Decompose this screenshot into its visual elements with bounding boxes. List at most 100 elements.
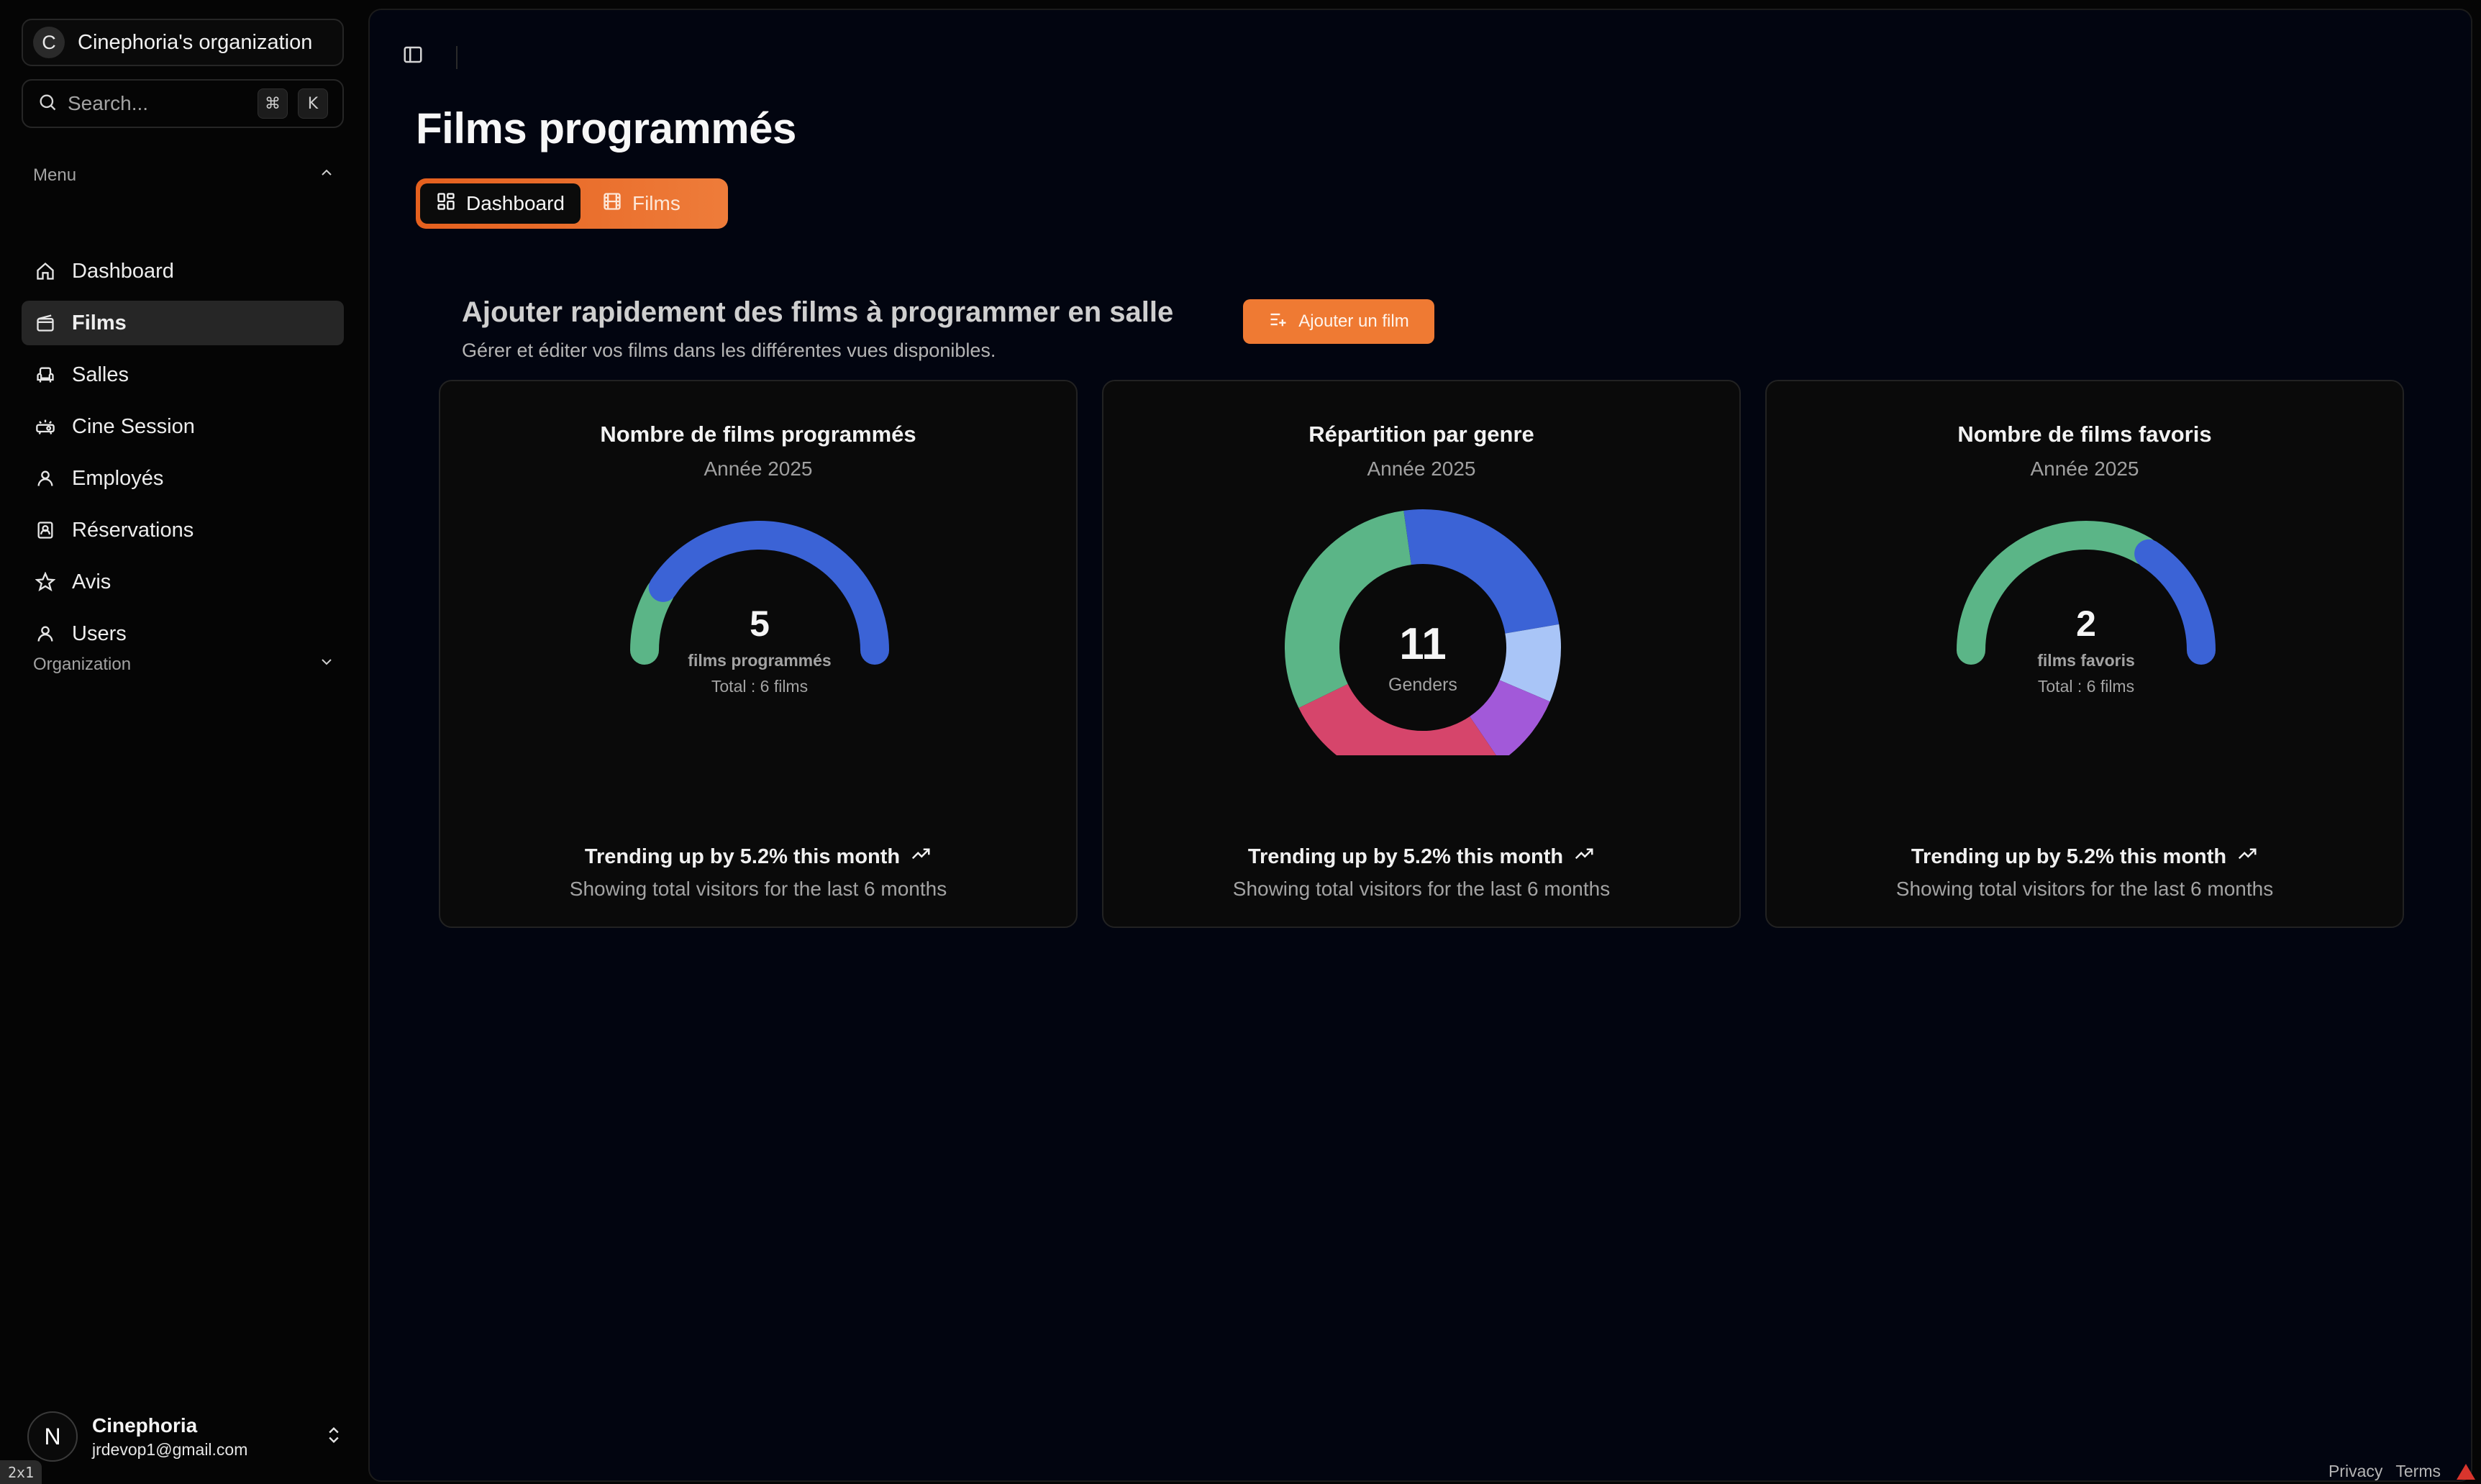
gauge-chart-favorites: 2 films favoris Total : 6 films (1957, 521, 2216, 696)
zoom-badge: 2x1 (0, 1460, 42, 1484)
sidebar-item-reservations[interactable]: Réservations (22, 508, 344, 552)
org-avatar: C (33, 27, 65, 58)
panel-left-icon (402, 44, 424, 69)
projector-icon (35, 416, 56, 437)
sidebar-item-label: Cine Session (72, 414, 195, 438)
sidebar-item-dashboard[interactable]: Dashboard (22, 249, 344, 293)
trending-up-icon (2236, 843, 2258, 870)
user-icon (35, 468, 56, 489)
chart-card-programmed: Nombre de films programmés Année 2025 5 f… (439, 380, 1078, 928)
center-total: Total : 6 films (2038, 677, 2134, 696)
sidebar-item-avis[interactable]: Avis (22, 560, 344, 604)
org-name: Cinephoria's organization (78, 30, 313, 54)
sidebar-item-label: Users (72, 622, 127, 645)
search-input[interactable]: Search... (68, 92, 247, 115)
main-panel: Films programmés Dashboard Films Ajouter… (368, 9, 2472, 1482)
gauge-slice-1 (2134, 539, 2216, 665)
donut-slice-1 (1499, 624, 1561, 702)
add-film-button[interactable]: Ajouter un film (1243, 299, 1434, 344)
armchair-icon (35, 364, 56, 386)
chart-cards: Nombre de films programmés Année 2025 5 f… (439, 380, 2404, 928)
chart-footer: Showing total visitors for the last 6 mo… (569, 878, 947, 900)
trending-up-icon (910, 843, 932, 870)
user-email: jrdevop1@gmail.com (92, 1439, 248, 1459)
chevron-up-icon (318, 164, 335, 186)
chevron-down-icon (318, 653, 335, 675)
center-value: 5 (750, 604, 770, 644)
sidebar-nav: Dashboard Films Salles Cine Session Empl… (22, 249, 344, 663)
center-label: films programmés (688, 651, 831, 670)
chart-subtitle: Année 2025 (1367, 458, 1476, 480)
chart-footer: Showing total visitors for the last 6 mo… (1895, 878, 2274, 900)
tab-films-label: Films (632, 192, 680, 214)
chart-title: Nombre de films programmés (600, 422, 916, 447)
trend-line: Trending up by 5.2% this month (1767, 843, 2403, 870)
tab-dashboard[interactable]: Dashboard (420, 183, 581, 224)
trend-line: Trending up by 5.2% this month (440, 843, 1076, 870)
user-icon (35, 623, 56, 645)
trend-text: Trending up by 5.2% this month (1911, 845, 2227, 868)
contact-card-icon (35, 519, 56, 541)
tab-dashboard-label: Dashboard (466, 192, 565, 214)
sidebar-item-label: Employés (72, 466, 164, 490)
donut-slice-0 (1403, 509, 1560, 634)
gauge-slice-0 (630, 578, 675, 665)
sidebar-item-films[interactable]: Films (22, 301, 344, 345)
user-info: Cinephoria jrdevop1@gmail.com (92, 1414, 309, 1460)
search-box[interactable]: Search... ⌘ K (22, 79, 344, 128)
avatar: N (27, 1411, 78, 1462)
org-switcher[interactable]: C Cinephoria's organization (22, 19, 344, 66)
chart-card-genres: Répartition par genre Année 2025 11 Gende… (1102, 380, 1741, 928)
privacy-link[interactable]: Privacy (2329, 1462, 2382, 1481)
center-value: 11 (1399, 619, 1447, 669)
chart-title: Nombre de films favoris (1957, 422, 2212, 447)
menu-section-label: Menu (33, 165, 77, 185)
add-film-label: Ajouter un film (1298, 311, 1409, 331)
header-divider (456, 46, 457, 69)
sidebar-item-label: Films (72, 311, 127, 334)
sidebar-item-salles[interactable]: Salles (22, 352, 344, 397)
chart-title: Répartition par genre (1308, 422, 1534, 447)
organization-section-label: Organization (33, 654, 132, 674)
list-plus-icon (1268, 309, 1288, 334)
chart-subtitle: Année 2025 (704, 458, 813, 480)
layout-dashboard-icon (436, 191, 456, 217)
warning-triangle-icon (2457, 1464, 2475, 1480)
view-tabs: Dashboard Films (416, 178, 728, 229)
trending-up-icon (1573, 843, 1595, 870)
tab-films[interactable]: Films (586, 183, 696, 224)
sidebar-item-users[interactable]: Users (22, 611, 344, 656)
sidebar-item-cine-session[interactable]: Cine Session (22, 404, 344, 449)
user-menu[interactable]: N Cinephoria jrdevop1@gmail.com (27, 1411, 344, 1462)
donut-chart-genres: 11 Genders (1285, 509, 1561, 755)
user-name: Cinephoria (92, 1414, 198, 1437)
center-value: 2 (2076, 604, 2096, 644)
sidebar-item-label: Réservations (72, 518, 194, 542)
donut-slice-3 (1298, 683, 1496, 755)
gauge-slice-0 (1957, 521, 2158, 665)
menu-section-header[interactable]: Menu (33, 164, 335, 186)
center-label: Genders (1388, 675, 1457, 695)
trend-text: Trending up by 5.2% this month (584, 845, 901, 868)
search-icon (37, 92, 58, 116)
organization-section-header[interactable]: Organization (33, 653, 335, 675)
trend-text: Trending up by 5.2% this month (1247, 845, 1564, 868)
center-total: Total : 6 films (711, 677, 808, 696)
center-label: films favoris (2037, 651, 2135, 670)
hero-subtitle: Gérer et éditer vos films dans les diffé… (462, 340, 996, 361)
gauge-chart-programmed: 5 films programmés Total : 6 films (630, 521, 889, 696)
kbd-k: K (298, 88, 328, 119)
sidebar-item-label: Salles (72, 363, 129, 386)
sidebar-toggle-button[interactable] (399, 42, 427, 70)
donut-slice-2 (1469, 679, 1550, 755)
trend-line: Trending up by 5.2% this month (1103, 843, 1739, 870)
sidebar-item-employes[interactable]: Employés (22, 456, 344, 501)
terms-link[interactable]: Terms (2395, 1462, 2441, 1481)
film-strip-icon (602, 191, 622, 217)
chart-footer: Showing total visitors for the last 6 mo… (1232, 878, 1611, 900)
page-title: Films programmés (416, 104, 796, 153)
chart-subtitle: Année 2025 (2030, 458, 2139, 480)
sidebar-item-label: Dashboard (72, 259, 174, 283)
donut-slice-4 (1285, 510, 1412, 709)
footer-links: Privacy Terms (2329, 1462, 2441, 1481)
